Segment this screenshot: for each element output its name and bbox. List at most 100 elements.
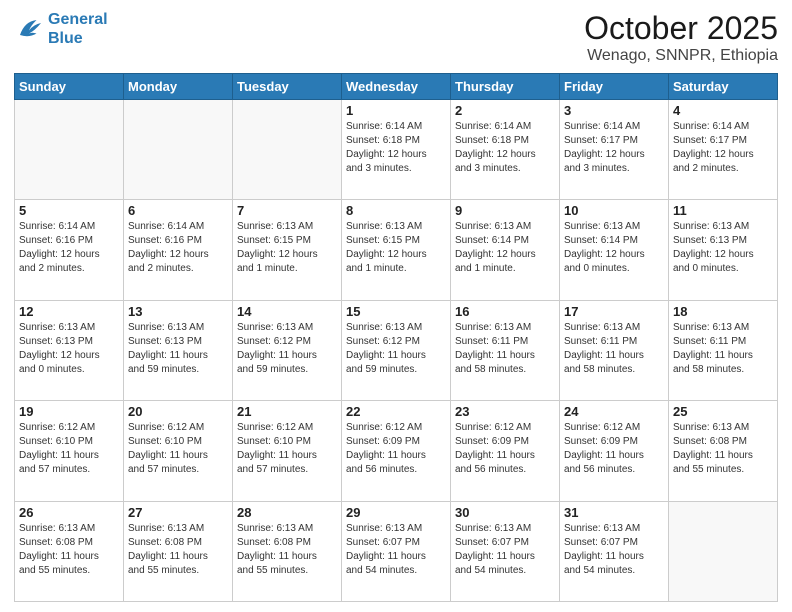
table-row: 14 Sunrise: 6:13 AMSunset: 6:12 PMDayligh… bbox=[233, 300, 342, 400]
table-row: 26 Sunrise: 6:13 AMSunset: 6:08 PMDayligh… bbox=[15, 501, 124, 601]
table-row: 3 Sunrise: 6:14 AMSunset: 6:17 PMDaylight… bbox=[560, 100, 669, 200]
col-tuesday: Tuesday bbox=[233, 74, 342, 100]
day-number: 24 bbox=[564, 404, 664, 419]
table-row: 9 Sunrise: 6:13 AMSunset: 6:14 PMDaylight… bbox=[451, 200, 560, 300]
day-info: Sunrise: 6:14 AMSunset: 6:16 PMDaylight:… bbox=[128, 220, 228, 276]
day-info: Sunrise: 6:13 AMSunset: 6:08 PMDaylight:… bbox=[19, 522, 119, 578]
day-info: Sunrise: 6:14 AMSunset: 6:18 PMDaylight:… bbox=[455, 120, 555, 176]
day-info: Sunrise: 6:12 AMSunset: 6:09 PMDaylight:… bbox=[346, 421, 446, 477]
day-info: Sunrise: 6:13 AMSunset: 6:14 PMDaylight:… bbox=[564, 220, 664, 276]
table-row: 20 Sunrise: 6:12 AMSunset: 6:10 PMDayligh… bbox=[124, 401, 233, 501]
day-info: Sunrise: 6:13 AMSunset: 6:12 PMDaylight:… bbox=[237, 321, 337, 377]
table-row: 5Sunrise: 6:14 AMSunset: 6:16 PMDaylight… bbox=[15, 200, 124, 300]
col-friday: Friday bbox=[560, 74, 669, 100]
day-info: Sunrise: 6:13 AMSunset: 6:08 PMDaylight:… bbox=[128, 522, 228, 578]
calendar-week-row: 19Sunrise: 6:12 AMSunset: 6:10 PMDayligh… bbox=[15, 401, 778, 501]
day-number: 10 bbox=[564, 203, 664, 218]
col-monday: Monday bbox=[124, 74, 233, 100]
day-number: 30 bbox=[455, 505, 555, 520]
day-info: Sunrise: 6:13 AMSunset: 6:11 PMDaylight:… bbox=[455, 321, 555, 377]
day-info: Sunrise: 6:13 AMSunset: 6:11 PMDaylight:… bbox=[673, 321, 773, 377]
day-info: Sunrise: 6:13 AMSunset: 6:13 PMDaylight:… bbox=[128, 321, 228, 377]
col-sunday: Sunday bbox=[15, 74, 124, 100]
day-info: Sunrise: 6:12 AMSunset: 6:10 PMDaylight:… bbox=[19, 421, 119, 477]
day-number: 1 bbox=[346, 103, 446, 118]
calendar-table: Sunday Monday Tuesday Wednesday Thursday… bbox=[14, 73, 778, 602]
table-row: 18 Sunrise: 6:13 AMSunset: 6:11 PMDayligh… bbox=[669, 300, 778, 400]
table-row: 31 Sunrise: 6:13 AMSunset: 6:07 PMDayligh… bbox=[560, 501, 669, 601]
table-row: 29Sunrise: 6:13 AMSunset: 6:07 PMDayligh… bbox=[342, 501, 451, 601]
logo-line1: General bbox=[48, 11, 108, 28]
day-info: Sunrise: 6:13 AMSunset: 6:07 PMDaylight:… bbox=[564, 522, 664, 578]
table-row: 7Sunrise: 6:13 AMSunset: 6:15 PMDaylight… bbox=[233, 200, 342, 300]
logo: General Blue bbox=[14, 10, 108, 48]
day-number: 22 bbox=[346, 404, 446, 419]
title-block: October 2025 Wenago, SNNPR, Ethiopia bbox=[584, 10, 778, 65]
day-number: 26 bbox=[19, 505, 119, 520]
day-info: Sunrise: 6:14 AMSunset: 6:17 PMDaylight:… bbox=[564, 120, 664, 176]
logo-bird-icon bbox=[14, 14, 44, 44]
table-row: 24 Sunrise: 6:12 AMSunset: 6:09 PMDayligh… bbox=[560, 401, 669, 501]
table-row: 8 Sunrise: 6:13 AMSunset: 6:15 PMDaylight… bbox=[342, 200, 451, 300]
calendar-week-row: 5 Sunrise: 6:14 AMSunset: 6:16 PMDaylight… bbox=[15, 200, 778, 300]
calendar-week-row: 1 Sunrise: 6:14 AMSunset: 6:18 PMDaylight… bbox=[15, 100, 778, 200]
day-info: Sunrise: 6:13 AMSunset: 6:14 PMDaylight:… bbox=[455, 220, 555, 276]
day-number: 4 bbox=[673, 103, 773, 118]
table-row bbox=[15, 100, 124, 200]
calendar-week-row: 12 Sunrise: 6:13 AMSunset: 6:13 PMDayligh… bbox=[15, 300, 778, 400]
table-row: 25 Sunrise: 6:13 AMSunset: 6:08 PMDayligh… bbox=[669, 401, 778, 501]
day-number: 18 bbox=[673, 304, 773, 319]
day-number: 8 bbox=[346, 203, 446, 218]
table-row: 22 Sunrise: 6:12 AMSunset: 6:09 PMDayligh… bbox=[342, 401, 451, 501]
day-info: Sunrise: 6:12 AMSunset: 6:09 PMDaylight:… bbox=[564, 421, 664, 477]
table-row: 6 Sunrise: 6:14 AMSunset: 6:16 PMDaylight… bbox=[124, 200, 233, 300]
day-number: 20 bbox=[128, 404, 228, 419]
day-number: 12 bbox=[19, 304, 119, 319]
table-row: 16Sunrise: 6:13 AMSunset: 6:11 PMDayligh… bbox=[451, 300, 560, 400]
table-row: 4Sunrise: 6:14 AMSunset: 6:17 PMDaylight… bbox=[669, 100, 778, 200]
day-number: 21 bbox=[237, 404, 337, 419]
day-number: 9 bbox=[455, 203, 555, 218]
table-row: 30 Sunrise: 6:13 AMSunset: 6:07 PMDayligh… bbox=[451, 501, 560, 601]
day-info: Sunrise: 6:13 AMSunset: 6:11 PMDaylight:… bbox=[564, 321, 664, 377]
col-wednesday: Wednesday bbox=[342, 74, 451, 100]
table-row: 2 Sunrise: 6:14 AMSunset: 6:18 PMDaylight… bbox=[451, 100, 560, 200]
day-info: Sunrise: 6:13 AMSunset: 6:15 PMDaylight:… bbox=[346, 220, 446, 276]
table-row: 11Sunrise: 6:13 AMSunset: 6:13 PMDayligh… bbox=[669, 200, 778, 300]
calendar-header-row: Sunday Monday Tuesday Wednesday Thursday… bbox=[15, 74, 778, 100]
day-number: 7 bbox=[237, 203, 337, 218]
day-info: Sunrise: 6:13 AMSunset: 6:12 PMDaylight:… bbox=[346, 321, 446, 377]
table-row bbox=[233, 100, 342, 200]
day-number: 11 bbox=[673, 203, 773, 218]
day-info: Sunrise: 6:13 AMSunset: 6:07 PMDaylight:… bbox=[455, 522, 555, 578]
day-info: Sunrise: 6:14 AMSunset: 6:18 PMDaylight:… bbox=[346, 120, 446, 176]
day-number: 23 bbox=[455, 404, 555, 419]
day-number: 14 bbox=[237, 304, 337, 319]
day-number: 3 bbox=[564, 103, 664, 118]
page: General Blue October 2025 Wenago, SNNPR,… bbox=[0, 0, 792, 612]
day-info: Sunrise: 6:13 AMSunset: 6:07 PMDaylight:… bbox=[346, 522, 446, 578]
day-info: Sunrise: 6:13 AMSunset: 6:08 PMDaylight:… bbox=[673, 421, 773, 477]
day-info: Sunrise: 6:12 AMSunset: 6:10 PMDaylight:… bbox=[128, 421, 228, 477]
calendar-title: October 2025 bbox=[584, 10, 778, 47]
day-number: 6 bbox=[128, 203, 228, 218]
day-number: 27 bbox=[128, 505, 228, 520]
table-row bbox=[124, 100, 233, 200]
day-info: Sunrise: 6:13 AMSunset: 6:08 PMDaylight:… bbox=[237, 522, 337, 578]
day-number: 2 bbox=[455, 103, 555, 118]
calendar-subtitle: Wenago, SNNPR, Ethiopia bbox=[584, 47, 778, 65]
day-number: 31 bbox=[564, 505, 664, 520]
table-row: 23Sunrise: 6:12 AMSunset: 6:09 PMDayligh… bbox=[451, 401, 560, 501]
calendar-body: 1 Sunrise: 6:14 AMSunset: 6:18 PMDaylight… bbox=[15, 100, 778, 602]
table-row: 13Sunrise: 6:13 AMSunset: 6:13 PMDayligh… bbox=[124, 300, 233, 400]
table-row: 27 Sunrise: 6:13 AMSunset: 6:08 PMDayligh… bbox=[124, 501, 233, 601]
table-row: 15Sunrise: 6:13 AMSunset: 6:12 PMDayligh… bbox=[342, 300, 451, 400]
table-row: 17Sunrise: 6:13 AMSunset: 6:11 PMDayligh… bbox=[560, 300, 669, 400]
day-number: 5 bbox=[19, 203, 119, 218]
day-number: 25 bbox=[673, 404, 773, 419]
table-row bbox=[669, 501, 778, 601]
day-info: Sunrise: 6:12 AMSunset: 6:10 PMDaylight:… bbox=[237, 421, 337, 477]
day-info: Sunrise: 6:13 AMSunset: 6:13 PMDaylight:… bbox=[19, 321, 119, 377]
logo-line2: Blue bbox=[48, 30, 83, 47]
header: General Blue October 2025 Wenago, SNNPR,… bbox=[14, 10, 778, 65]
